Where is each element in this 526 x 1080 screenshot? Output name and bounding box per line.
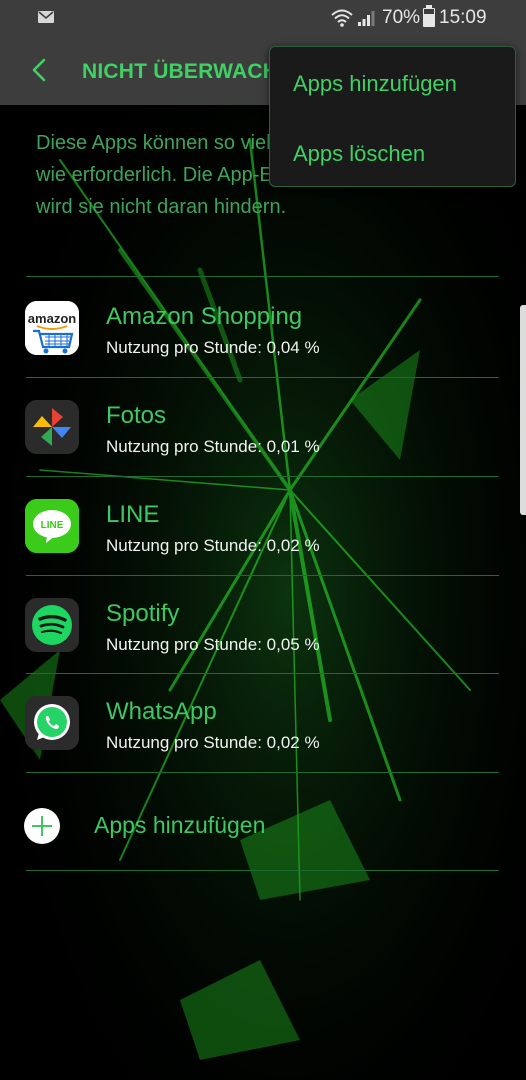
menu-item-add-apps[interactable]: Apps hinzufügen <box>293 71 457 97</box>
amazon-logo-text: amazon <box>28 311 76 326</box>
app-list-item[interactable]: WhatsApp Nutzung pro Stunde: 0,02 % <box>0 673 526 772</box>
scroll-handle[interactable] <box>520 305 526 515</box>
app-list-item[interactable]: Spotify Nutzung pro Stunde: 0,05 % <box>0 575 526 674</box>
divider <box>26 772 499 773</box>
add-apps-label: Apps hinzufügen <box>94 812 266 838</box>
battery-icon <box>423 5 435 27</box>
app-usage: Nutzung pro Stunde: 0,05 % <box>106 635 320 654</box>
line-icon: LINE <box>25 499 79 553</box>
whatsapp-icon <box>25 696 79 750</box>
add-apps-button[interactable]: Apps hinzufügen <box>0 785 526 870</box>
amazon-icon: amazon <box>25 301 79 355</box>
divider <box>26 276 499 277</box>
app-usage: Nutzung pro Stunde: 0,02 % <box>106 733 320 752</box>
app-name: Fotos <box>106 402 167 429</box>
app-name: LINE <box>106 501 160 528</box>
app-list-item[interactable]: LINE LINE Nutzung pro Stunde: 0,02 % <box>0 476 526 575</box>
spotify-icon <box>25 598 79 652</box>
clock: 15:09 <box>439 7 487 28</box>
app-name: Amazon Shopping <box>106 303 303 330</box>
mail-notification-icon <box>38 11 54 23</box>
app-list-item[interactable]: amazon Amazon Shopping Nutzung pro Stund… <box>0 278 526 377</box>
app-usage: Nutzung pro Stunde: 0,02 % <box>106 536 320 555</box>
battery-percentage: 70% <box>382 7 421 28</box>
app-name: WhatsApp <box>106 698 217 725</box>
app-name: Spotify <box>106 600 180 627</box>
overflow-menu: Apps hinzufügen Apps löschen <box>269 46 516 187</box>
menu-item-delete-apps[interactable]: Apps löschen <box>293 141 425 167</box>
divider <box>26 870 499 871</box>
app-usage: Nutzung pro Stunde: 0,01 % <box>106 437 320 456</box>
app-list-item[interactable]: Fotos Nutzung pro Stunde: 0,01 % <box>0 377 526 476</box>
photos-pinwheel-icon <box>25 400 79 454</box>
app-usage: Nutzung pro Stunde: 0,04 % <box>106 338 320 357</box>
wifi-icon <box>331 9 353 27</box>
signal-strength-icon <box>358 11 375 26</box>
line-logo-text: LINE <box>41 520 64 531</box>
status-bar: 70% 15:09 <box>0 0 526 36</box>
back-arrow-icon[interactable] <box>26 56 54 84</box>
add-icon <box>24 808 60 844</box>
